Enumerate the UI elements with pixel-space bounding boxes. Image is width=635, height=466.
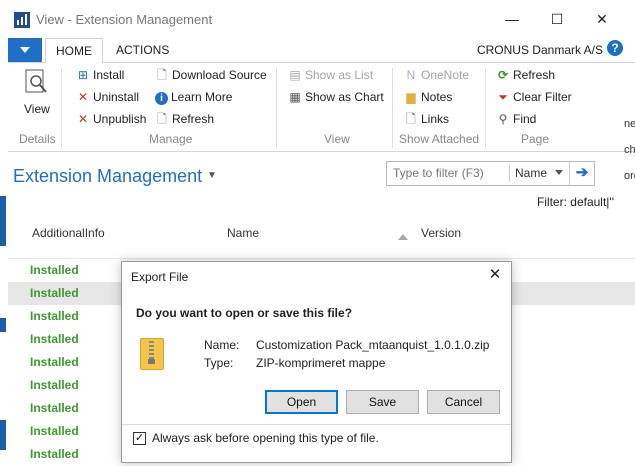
group-separator xyxy=(276,68,277,148)
tab-home[interactable]: HOME xyxy=(45,38,103,65)
info-icon: i xyxy=(155,92,168,105)
find-icon: ⚲ xyxy=(498,112,508,126)
maximize-button[interactable]: ☐ xyxy=(542,6,572,32)
background-text: cho xyxy=(624,144,635,156)
save-button[interactable]: Save xyxy=(346,390,419,414)
column-header-name[interactable]: Name xyxy=(227,226,259,240)
dialog-question: Do you want to open or save this file? xyxy=(136,306,353,320)
company-name[interactable]: CRONUS Danmark A/S xyxy=(477,43,603,57)
group-separator xyxy=(392,68,393,148)
status-installed: Installed xyxy=(30,286,79,300)
filter-input[interactable]: Type to filter (F3) xyxy=(393,166,484,180)
show-attached-group-label: Show Attached xyxy=(399,132,480,146)
clear-filter-button[interactable]: ⏷ Clear Filter xyxy=(496,87,572,107)
help-icon[interactable]: ? xyxy=(607,40,623,56)
filter-box: Type to filter (F3) Name ➔ xyxy=(386,161,595,186)
view-group-label: View xyxy=(324,132,350,146)
status-installed: Installed xyxy=(30,332,79,346)
install-icon: ⊞ xyxy=(77,68,89,82)
sort-ascending-icon xyxy=(398,234,408,240)
column-header-version[interactable]: Version xyxy=(421,226,461,240)
export-file-dialog: Export File ✕ Do you want to open or sav… xyxy=(121,261,512,463)
status-installed: Installed xyxy=(30,424,79,438)
download-source-icon: 🗋 xyxy=(157,68,167,82)
dialog-close-icon[interactable]: ✕ xyxy=(487,267,503,283)
close-button[interactable]: ✕ xyxy=(587,6,617,32)
download-source-button[interactable]: 🗋 Download Source xyxy=(155,65,267,85)
dialog-divider xyxy=(122,424,511,425)
links-button[interactable]: 🗋 Links xyxy=(404,109,449,129)
install-button[interactable]: ⊞ Install xyxy=(76,65,124,85)
unpublish-button[interactable]: ✕ Unpublish xyxy=(76,109,146,129)
refresh-icon: 🗋 xyxy=(157,112,167,126)
file-type-label: Type: xyxy=(204,356,234,370)
group-separator xyxy=(485,68,486,148)
learn-more-button[interactable]: i Learn More xyxy=(155,87,232,107)
page-title-dropdown-icon[interactable]: ▼ xyxy=(207,170,217,181)
status-installed: Installed xyxy=(30,447,79,461)
onenote-button[interactable]: N OneNote xyxy=(404,65,469,85)
dialog-title: Export File xyxy=(131,270,189,284)
app-icon xyxy=(14,12,30,28)
show-as-chart-button[interactable]: ▦ Show as Chart xyxy=(288,87,383,107)
page-refresh-button[interactable]: ⟳ Refresh xyxy=(496,65,555,85)
status-installed: Installed xyxy=(30,309,79,323)
manage-refresh-button[interactable]: 🗋 Refresh xyxy=(155,109,214,129)
group-separator xyxy=(61,68,62,148)
notes-button[interactable]: ▆ Notes xyxy=(404,87,452,107)
view-icon xyxy=(23,68,51,98)
cancel-button[interactable]: Cancel xyxy=(427,390,500,414)
manage-group-label: Manage xyxy=(149,132,193,146)
status-installed: Installed xyxy=(30,355,79,369)
notes-icon: ▆ xyxy=(406,90,416,104)
filter-divider xyxy=(509,165,510,182)
page-refresh-icon: ⟳ xyxy=(497,68,509,82)
always-ask-label[interactable]: Always ask before opening this type of f… xyxy=(152,431,379,445)
links-icon: 🗋 xyxy=(406,112,416,126)
clear-filter-icon: ⏷ xyxy=(498,90,508,104)
background-window-band xyxy=(0,420,6,450)
show-as-list-button[interactable]: ▤ Show as List xyxy=(288,65,373,85)
details-group-label: Details xyxy=(19,132,56,146)
background-text: ne xyxy=(624,118,635,130)
open-button[interactable]: Open xyxy=(265,390,338,414)
tab-actions[interactable]: ACTIONS xyxy=(106,38,179,63)
status-installed: Installed xyxy=(30,263,79,277)
minimize-button[interactable]: — xyxy=(497,6,527,32)
page-group-label: Page xyxy=(521,132,550,146)
onenote-icon: N xyxy=(406,68,416,82)
file-type-value: ZIP-komprimeret mappe xyxy=(256,356,386,370)
filter-field-select[interactable]: Name xyxy=(515,166,547,180)
always-ask-checkbox[interactable]: ✓ xyxy=(133,432,146,445)
window-title: View - Extension Management xyxy=(36,12,213,27)
column-header-additional-info[interactable]: AdditionalInfo xyxy=(32,226,105,240)
page-title: Extension Management xyxy=(13,166,203,186)
zip-file-icon xyxy=(140,338,164,370)
unpublish-icon: ✕ xyxy=(77,112,89,126)
uninstall-icon: ✕ xyxy=(77,90,89,104)
status-installed: Installed xyxy=(30,378,79,392)
application-menu-button[interactable] xyxy=(8,38,42,62)
view-button[interactable]: View xyxy=(24,99,50,119)
file-name-value: Customization Pack_mtaanquist_1.0.1.0.zi… xyxy=(256,338,490,352)
show-as-list-icon: ▤ xyxy=(289,68,301,82)
background-window-band xyxy=(0,318,6,332)
background-window-band xyxy=(0,196,6,246)
uninstall-button[interactable]: ✕ Uninstall xyxy=(76,87,139,107)
chevron-down-icon[interactable] xyxy=(555,170,563,175)
background-text: ord xyxy=(624,170,635,182)
filter-apply-arrow-icon[interactable]: ➔ xyxy=(569,162,594,185)
status-installed: Installed xyxy=(30,401,79,415)
find-button[interactable]: ⚲ Find xyxy=(496,109,537,129)
file-name-label: Name: xyxy=(204,338,240,352)
filter-status: Filter: default|'' xyxy=(536,195,614,209)
show-as-chart-icon: ▦ xyxy=(289,90,301,104)
